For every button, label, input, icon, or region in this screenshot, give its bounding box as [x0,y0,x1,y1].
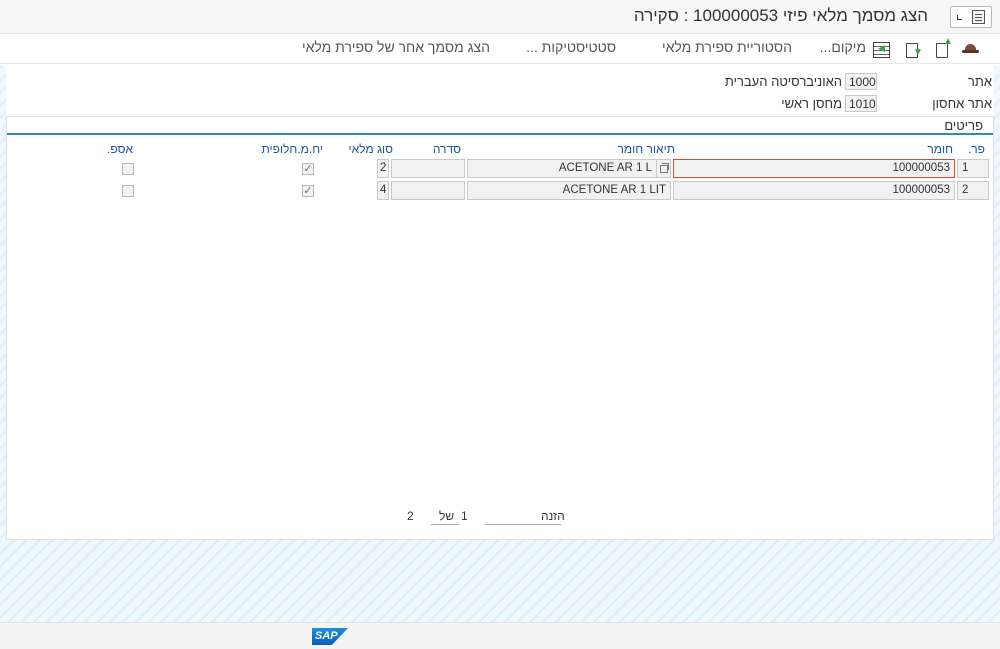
row-2-material-field[interactable]: 100000053 [673,181,955,200]
document-menu-icon [972,10,985,24]
pager-total: 2 [407,509,414,523]
row-2-stock-type-field[interactable]: 4 [377,181,389,200]
column-header-description[interactable]: תיאור חומר [618,142,675,156]
items-panel: פריטים פר. חומר תיאור חומר סדרה סוג מלאי… [6,116,994,540]
title-bar: הצג מסמך מלאי פיזי 100000053 : סקירה [0,0,1000,34]
column-header-item[interactable]: פר. [968,142,985,156]
pager-current: 1 [461,509,468,523]
column-header-asp[interactable]: אספ. [107,142,133,156]
row-1-stock-type-field[interactable]: 2 [377,159,389,178]
display-other-document-button[interactable]: הצג מסמך אחר של ספירת מלאי [302,39,490,55]
chevron-down-icon [957,15,962,20]
position-icon[interactable] [872,40,890,58]
row-1-alt-unit-checkbox[interactable]: ✓ [302,163,314,175]
row-1-asp-checkbox[interactable] [122,163,134,175]
pager-of-label: של [439,509,455,523]
hat-icon[interactable] [962,40,980,58]
plant-label: אתר [967,74,992,89]
panel-divider [7,133,993,135]
copy-icon[interactable] [656,160,670,177]
position-button[interactable]: מיקום... [820,39,866,55]
row-1-material-field[interactable]: 100000053 [673,159,955,178]
menu-button[interactable] [950,6,992,28]
page-title: הצג מסמך מלאי פיזי 100000053 : סקירה [633,6,928,25]
column-header-material[interactable]: חומר [927,142,953,156]
row-2-description-field[interactable]: ACETONE AR 1 LIT [467,181,671,200]
row-2-asp-checkbox[interactable] [122,185,134,197]
background-pattern-right [994,66,1000,542]
pager-entry-input[interactable] [485,509,561,525]
upload-icon[interactable] [934,36,953,58]
plant-description: האוניברסיטה העברית [724,74,842,89]
column-header-stock-type[interactable]: סוג מלאי [348,142,393,156]
row-2-alt-unit-checkbox[interactable]: ✓ [302,185,314,197]
column-header-alt-unit[interactable]: יח.מ.חלופית [261,142,323,156]
count-history-button[interactable]: הסטוריית ספירת מלאי [662,39,792,55]
sap-logo: SAP [312,628,348,645]
items-panel-title: פריטים [944,118,983,133]
row-1-item[interactable]: 1 [957,159,989,178]
download-icon[interactable] [904,40,923,58]
row-2-item[interactable]: 2 [957,181,989,200]
row-1-batch-field[interactable] [391,159,465,178]
storage-location-label: אתר אחסון [932,96,992,111]
column-header-batch[interactable]: סדרה [433,142,461,156]
footer-bar: SAP [0,622,1000,649]
application-toolbar: מיקום... הסטוריית ספירת מלאי סטטיסטיקות … [0,34,1000,64]
plant-code-field[interactable]: 1000 [845,73,877,90]
statistics-button[interactable]: סטטיסטיקות ... [526,39,616,55]
row-1-description-field[interactable]: ACETONE AR 1 L [467,159,671,178]
storage-location-description: מחסן ראשי [781,96,842,111]
storage-location-code-field[interactable]: 1010 [845,95,877,112]
row-2-batch-field[interactable] [391,181,465,200]
background-pattern [0,540,1000,622]
